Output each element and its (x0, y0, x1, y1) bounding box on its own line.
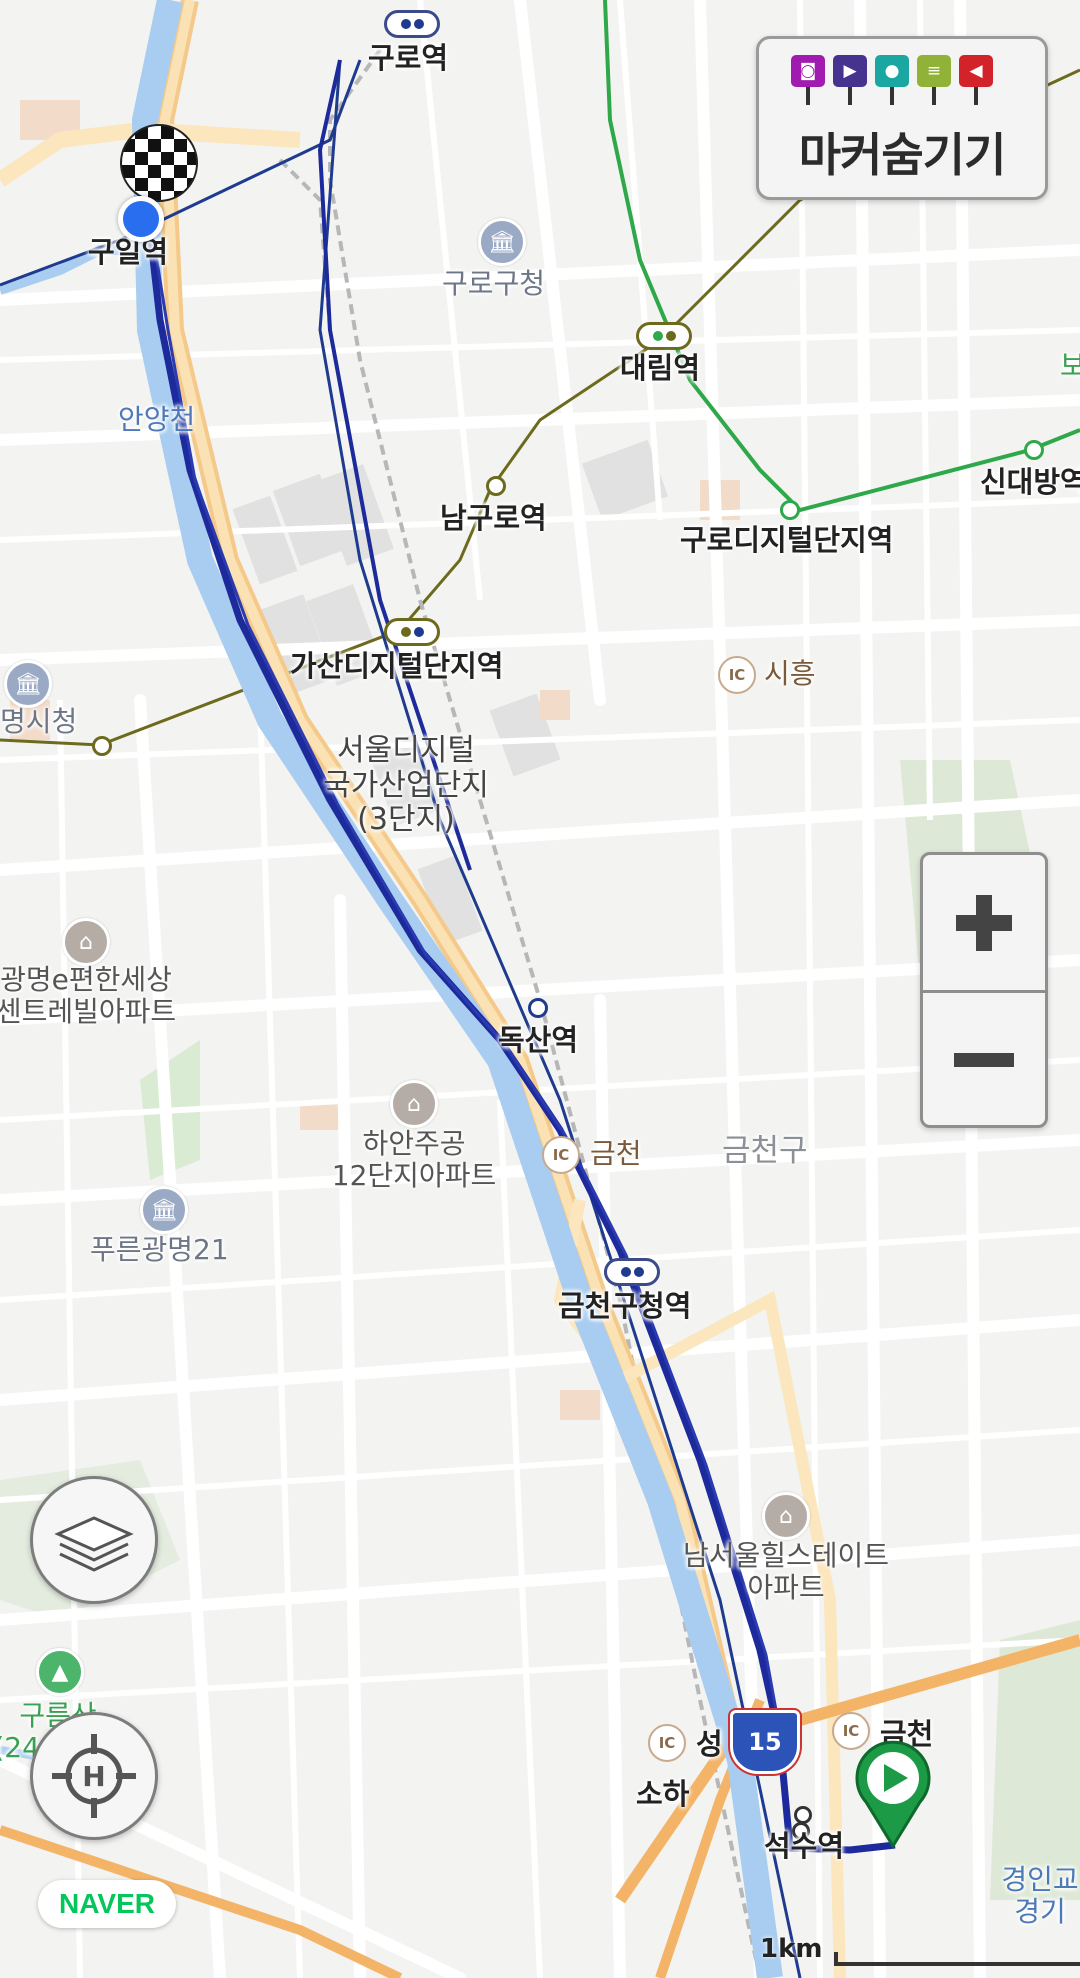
sindaebang-label: 신대방역 (980, 465, 1080, 499)
guro-office-icon[interactable]: 🏛 (478, 218, 526, 266)
zoom-in-button[interactable] (923, 855, 1045, 990)
namseoul-apt-label: 남서울힐스테이트 아파트 (682, 1539, 890, 1605)
daerim-station-label: 대림역 (620, 351, 701, 385)
guro-digital-station-marker[interactable] (780, 500, 800, 520)
gwangmyeong-city-hall-label: 명시청 (0, 705, 78, 738)
zoom-out-button[interactable] (923, 993, 1045, 1128)
guil-station-label: 구일역 (88, 235, 169, 269)
highway-15-shield: 15 (730, 1710, 800, 1774)
namseoul-apt-icon[interactable]: ⌂ (762, 1492, 810, 1540)
haan-apt-icon[interactable]: ⌂ (390, 1080, 438, 1128)
geumcheon-ic-label: 금천 (590, 1137, 642, 1170)
namguro-station-label: 남구로역 (440, 501, 547, 535)
video-icon[interactable]: ▶ (833, 55, 867, 107)
layers-button[interactable] (30, 1476, 158, 1604)
memo-icon[interactable]: ≡ (917, 55, 951, 107)
crosshair-icon: H (52, 1734, 136, 1818)
seoksu-station-label: 석수역 (764, 1829, 845, 1863)
edge-label: 보 (1060, 349, 1080, 382)
plus-icon (956, 894, 1012, 951)
soha-label: 소하 (636, 1777, 690, 1811)
siheung-ic-badge: IC (718, 656, 756, 694)
marker-toggle-panel[interactable]: ◙ ▶ ● ≡ ◀ 마커숨기기 (756, 36, 1048, 200)
minus-icon (954, 1052, 1014, 1067)
guro-digital-label: 구로디지털단지역 (680, 523, 894, 557)
pureun-gm21-label: 푸른광명21 (90, 1233, 229, 1266)
map-view[interactable]: IC IC IC IC 15 🏛 🏛 ⌂ ⌂ 🏛 ⌂ ▲ 구로역 구일역 구로구… (0, 0, 1080, 1978)
anyangcheon-label: 안양천 (118, 403, 196, 436)
microphone-icon[interactable]: ● (875, 55, 909, 107)
seong-ic-label: 성 (696, 1727, 723, 1761)
gasan-digital-label: 가산디지털단지역 (290, 649, 504, 683)
siheung-ic-label: 시흥 (764, 657, 816, 690)
gwangmyeong-city-hall-icon[interactable]: 🏛 (4, 660, 52, 708)
geumcheon-office-station-marker[interactable] (604, 1258, 660, 1286)
gyeongin-label: 경인교 경기 (1001, 1863, 1079, 1929)
svg-text:H: H (82, 1760, 105, 1793)
gwangmyeong-apt-label: 광명e편한세상 센트레빌아파트 (0, 963, 177, 1029)
current-location-icon (118, 196, 164, 242)
gasan-station-marker[interactable] (384, 618, 440, 646)
marker-hide-label: 마커숨기기 (798, 128, 1007, 182)
guro-office-label: 구로구청 (442, 267, 546, 300)
namguro-station-marker[interactable] (486, 476, 506, 496)
scale-label: 1km (760, 1934, 823, 1964)
camera-icon[interactable]: ◙ (791, 55, 825, 107)
sindaebang-station-marker[interactable] (1024, 440, 1044, 460)
doksan-station-label: 독산역 (498, 1023, 579, 1057)
seoul-digital-label: 서울디지털 국가산업단지 (3단지) (323, 733, 489, 837)
start-play-icon[interactable] (852, 1738, 934, 1848)
zoom-control[interactable] (920, 852, 1048, 1128)
locate-button[interactable]: H (30, 1712, 158, 1840)
haan-apt-label: 하안주공 12단지아파트 (331, 1127, 497, 1193)
guro-station-marker[interactable] (384, 10, 440, 38)
scale-bar-line (834, 1952, 1080, 1966)
guro-station-label: 구로역 (368, 41, 449, 75)
finish-flag-icon[interactable] (120, 124, 198, 202)
gwangmyeong-apt-icon[interactable]: ⌂ (62, 918, 110, 966)
geumcheon-gu-label: 금천구 (722, 1133, 808, 1169)
seong-ic-badge: IC (648, 1724, 686, 1762)
geumcheon-ic-badge: IC (542, 1136, 580, 1174)
naver-logo: NAVER (38, 1880, 176, 1928)
gureumsan-icon[interactable]: ▲ (36, 1648, 84, 1696)
geumcheon-office-station-label: 금천구청역 (558, 1289, 692, 1323)
layers-icon (54, 1516, 134, 1572)
doksan-station-marker[interactable] (528, 998, 548, 1018)
daerim-station-marker[interactable] (636, 322, 692, 350)
flag-icon[interactable]: ◀ (959, 55, 993, 107)
pureun-gm21-icon[interactable]: 🏛 (140, 1186, 188, 1234)
gwangmyeong-station-marker[interactable] (92, 736, 112, 756)
